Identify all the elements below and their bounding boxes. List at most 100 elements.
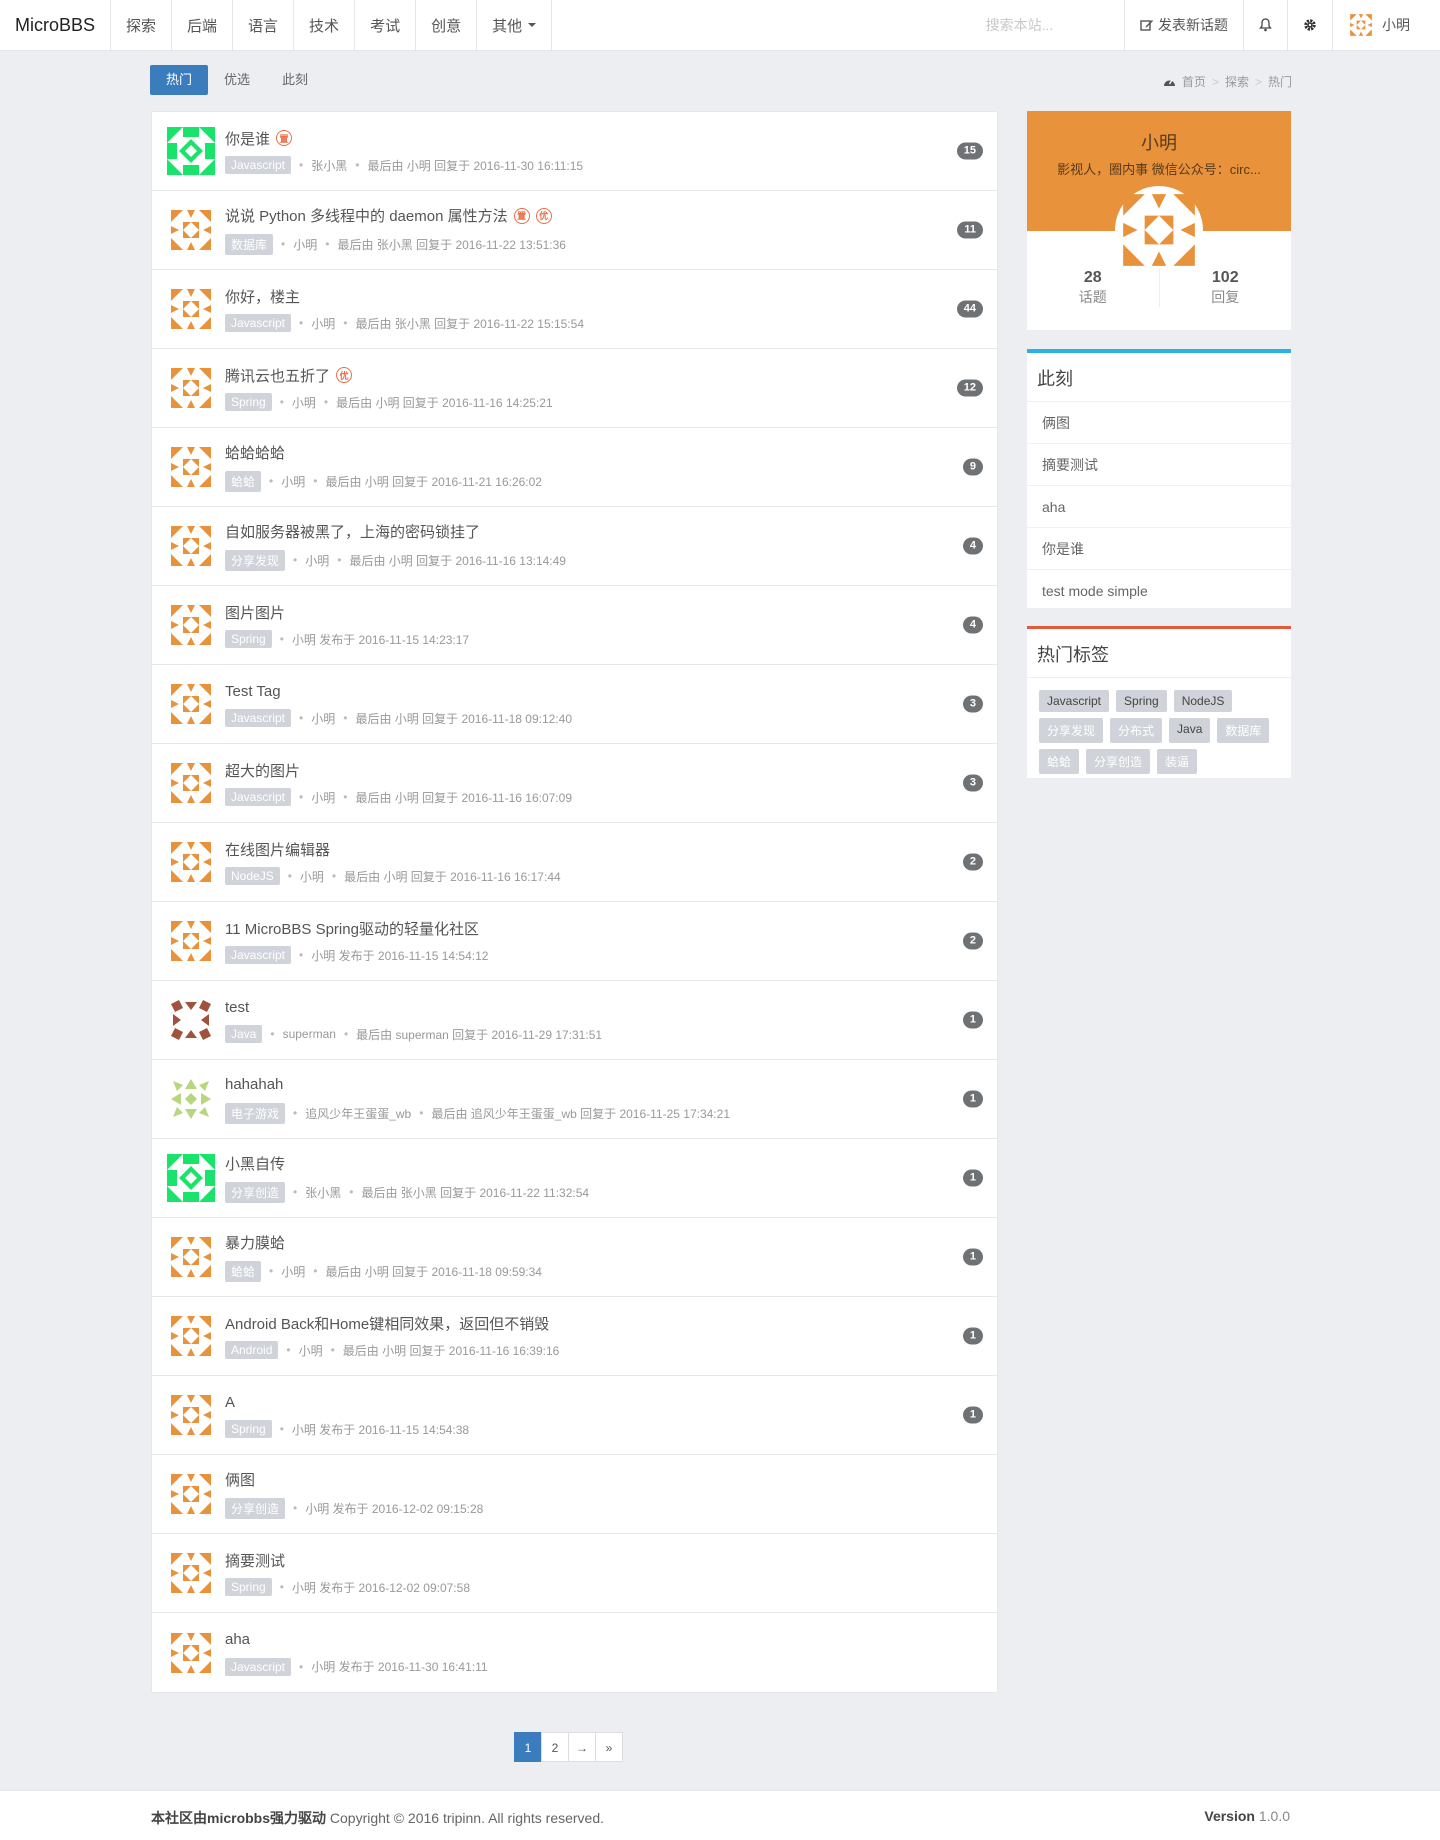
topic-tag[interactable]: Javascript	[225, 1657, 292, 1676]
topic-tag[interactable]: Javascript	[225, 709, 292, 727]
nav-item-language[interactable]: 语言	[233, 0, 295, 50]
topic-author-avatar[interactable]	[167, 759, 215, 807]
nav-item-explore[interactable]: 探索	[111, 0, 173, 50]
topic-title[interactable]: test	[225, 999, 249, 1016]
reply-count-badge[interactable]: 44	[956, 300, 983, 318]
hot-tag[interactable]: 分享创造	[1086, 749, 1151, 774]
hot-tag[interactable]: Spring	[1116, 690, 1167, 712]
topic-author[interactable]: 张小黑	[311, 157, 347, 174]
topic-author[interactable]: 小明	[292, 394, 316, 411]
now-panel-item[interactable]: aha	[1027, 486, 1291, 528]
topic-author-avatar[interactable]	[167, 1233, 215, 1281]
topic-title[interactable]: A	[225, 1394, 235, 1411]
topic-tag[interactable]: Java	[225, 1025, 263, 1043]
reply-count-badge[interactable]: 1	[962, 1248, 983, 1266]
topic-author-avatar[interactable]	[167, 601, 215, 649]
topic-author-avatar[interactable]	[167, 285, 215, 333]
topic-author-avatar[interactable]	[167, 1549, 215, 1597]
topic-title[interactable]: 自如服务器被黑了，上海的密码锁挂了	[225, 521, 480, 542]
topic-title[interactable]: 超大的图片	[225, 760, 300, 781]
topic-author-avatar[interactable]	[167, 443, 215, 491]
topic-title[interactable]: 蛤蛤蛤蛤	[225, 442, 285, 463]
topic-title[interactable]: 摘要测试	[225, 1550, 285, 1571]
nav-item-tech[interactable]: 技术	[294, 0, 356, 50]
reply-count-badge[interactable]: 9	[962, 458, 983, 476]
footer-powered[interactable]: 本社区由microbbs强力驱动	[151, 1810, 326, 1826]
topic-author[interactable]: 小明	[293, 236, 317, 253]
topic-author-avatar[interactable]	[167, 1470, 215, 1518]
topic-author-avatar[interactable]	[167, 996, 215, 1044]
topic-tag[interactable]: Android	[225, 1341, 279, 1359]
reply-count-badge[interactable]: 1	[962, 1169, 983, 1187]
topic-title[interactable]: 俩图	[225, 1469, 255, 1490]
topic-title[interactable]: 你是谁	[225, 128, 270, 149]
topic-tag[interactable]: 蛤蛤	[225, 1260, 262, 1282]
topic-tag[interactable]: Spring	[225, 1578, 272, 1596]
topic-tag[interactable]: Spring	[225, 630, 272, 648]
reply-count-badge[interactable]: 1	[962, 1406, 983, 1424]
hot-tag[interactable]: 分享发现	[1039, 718, 1104, 743]
new-topic-button[interactable]: 发表新话题	[1125, 0, 1244, 50]
topic-author[interactable]: 小明	[281, 473, 305, 490]
reply-count-badge[interactable]: 4	[962, 537, 983, 555]
topic-title[interactable]: 图片图片	[225, 602, 285, 623]
reply-count-badge[interactable]: 3	[962, 774, 983, 792]
topic-tag[interactable]: 分享发现	[225, 549, 286, 571]
settings-button[interactable]	[1288, 0, 1333, 50]
hot-tag[interactable]: 装逼	[1157, 749, 1198, 774]
last-page-button[interactable]: »	[595, 1732, 623, 1762]
topic-title[interactable]: Android Back和Home键相同效果，返回但不销毁	[225, 1313, 549, 1334]
topic-title[interactable]: 11 MicroBBS Spring驱动的轻量化社区	[225, 918, 479, 939]
topic-title[interactable]: Test Tag	[225, 683, 281, 700]
topic-title[interactable]: 暴力膜蛤	[225, 1232, 285, 1253]
reply-count-badge[interactable]: 1	[962, 1090, 983, 1108]
topic-tag[interactable]: NodeJS	[225, 867, 280, 885]
profile-avatar[interactable]	[1115, 186, 1203, 274]
topic-author[interactable]: 小明	[311, 789, 335, 806]
now-panel-item[interactable]: 你是谁	[1027, 528, 1291, 570]
topic-title[interactable]: aha	[225, 1631, 250, 1648]
topic-title[interactable]: 说说 Python 多线程中的 daemon 属性方法	[225, 205, 508, 226]
stat-topics[interactable]: 28 话题	[1027, 269, 1160, 307]
topic-title[interactable]: 你好，楼主	[225, 286, 300, 307]
reply-count-badge[interactable]: 12	[956, 379, 983, 397]
nav-item-creative[interactable]: 创意	[416, 0, 478, 50]
now-panel-item[interactable]: 摘要测试	[1027, 444, 1291, 486]
topic-title[interactable]: 小黑自传	[225, 1153, 285, 1174]
next-page-button[interactable]: →	[568, 1732, 596, 1762]
reply-count-badge[interactable]: 4	[962, 616, 983, 634]
topic-author-avatar[interactable]	[167, 838, 215, 886]
topic-tag[interactable]: 分享创造	[225, 1181, 286, 1203]
tab-now[interactable]: 此刻	[266, 65, 324, 95]
topic-tag[interactable]: 数据库	[225, 233, 274, 255]
nav-item-backend[interactable]: 后端	[172, 0, 234, 50]
hot-tag[interactable]: Java	[1169, 718, 1211, 743]
stat-replies[interactable]: 102 回复	[1160, 269, 1292, 307]
topic-tag[interactable]: Javascript	[225, 946, 292, 964]
user-menu[interactable]: 小明	[1333, 0, 1440, 50]
page-1-button[interactable]: 1	[514, 1732, 542, 1762]
hot-tag[interactable]: 蛤蛤	[1039, 749, 1080, 774]
search-input[interactable]	[949, 17, 1090, 33]
topic-tag[interactable]: Spring	[225, 393, 272, 411]
breadcrumb-explore[interactable]: 探索	[1225, 73, 1249, 90]
topic-author-avatar[interactable]	[167, 680, 215, 728]
topic-tag[interactable]: 分享创造	[225, 1497, 286, 1519]
topic-author-avatar[interactable]	[167, 1154, 215, 1202]
hot-tag[interactable]: Javascript	[1039, 690, 1110, 712]
now-panel-item[interactable]: 俩图	[1027, 402, 1291, 444]
topic-author[interactable]: 小明	[311, 315, 335, 332]
profile-name[interactable]: 小明	[1027, 129, 1291, 155]
topic-author[interactable]: 小明	[311, 710, 335, 727]
topic-author[interactable]: superman	[283, 1027, 336, 1041]
brand-logo[interactable]: MicroBBS	[0, 0, 111, 50]
topic-author[interactable]: 张小黑	[305, 1184, 341, 1201]
topic-title[interactable]: hahahah	[225, 1076, 283, 1093]
page-2-button[interactable]: 2	[541, 1732, 569, 1762]
reply-count-badge[interactable]: 2	[962, 853, 983, 871]
tab-hot[interactable]: 热门	[150, 65, 209, 95]
topic-tag[interactable]: 蛤蛤	[225, 470, 262, 492]
tab-featured[interactable]: 优选	[208, 65, 266, 95]
topic-author[interactable]: 追风少年王蛋蛋_wb	[305, 1105, 411, 1122]
topic-tag[interactable]: 电子游戏	[225, 1102, 286, 1124]
